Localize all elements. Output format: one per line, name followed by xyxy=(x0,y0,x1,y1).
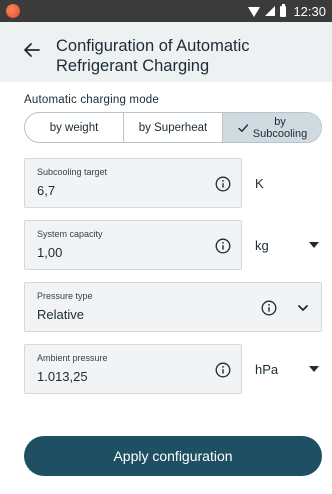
segment-label: by weight xyxy=(49,121,99,134)
check-icon xyxy=(238,123,248,132)
unit-select[interactable]: hPa xyxy=(255,362,278,377)
field-label: Ambient pressure xyxy=(37,353,108,363)
subcooling-target-field[interactable]: Subcooling target 6,7 xyxy=(24,158,242,208)
chevron-down-icon[interactable] xyxy=(297,304,309,312)
segment-by-superheat[interactable]: by Superheat xyxy=(124,113,223,142)
field-label: Subcooling target xyxy=(37,167,108,177)
field-value[interactable]: 6,7 xyxy=(37,183,55,198)
info-icon[interactable] xyxy=(261,300,277,316)
segment-label: by Subcooling xyxy=(253,116,307,140)
segment-by-subcooling[interactable]: by Subcooling xyxy=(223,113,321,142)
status-time: 12:30 xyxy=(293,3,326,19)
app-header: Configuration of Automatic Refrigerant C… xyxy=(0,22,332,82)
status-icons: 12:30 xyxy=(248,3,326,19)
info-icon[interactable] xyxy=(215,238,231,254)
charging-mode-selector: by weight by Superheat by Subcooling xyxy=(24,112,322,143)
segment-by-weight[interactable]: by weight xyxy=(25,113,124,142)
signal-icon xyxy=(265,6,276,16)
status-bar: 12:30 xyxy=(0,0,332,22)
system-capacity-field[interactable]: System capacity 1,00 xyxy=(24,220,242,270)
field-label: Pressure type xyxy=(37,291,93,301)
app-logo-icon xyxy=(6,4,20,18)
unit-select[interactable]: kg xyxy=(255,238,269,253)
dropdown-arrow-icon[interactable] xyxy=(309,242,319,248)
battery-icon xyxy=(280,3,287,17)
info-icon[interactable] xyxy=(215,176,231,192)
field-value: Relative xyxy=(37,307,84,322)
apply-configuration-button[interactable]: Apply configuration xyxy=(24,436,322,476)
arrow-left-icon[interactable] xyxy=(22,40,42,60)
field-label: System capacity xyxy=(37,229,103,239)
dropdown-arrow-icon[interactable] xyxy=(309,366,319,372)
wifi-icon xyxy=(248,7,261,17)
info-icon[interactable] xyxy=(215,362,231,378)
segment-label-line1: by xyxy=(274,115,286,128)
page-title: Configuration of Automatic Refrigerant C… xyxy=(56,37,250,75)
segment-label-line2: Subcooling xyxy=(252,127,308,140)
charging-mode-label: Automatic charging mode xyxy=(24,94,160,106)
field-value[interactable]: 1,00 xyxy=(37,245,62,260)
field-value[interactable]: 1.013,25 xyxy=(37,369,88,384)
pressure-type-field[interactable]: Pressure type Relative xyxy=(24,282,322,332)
ambient-pressure-field[interactable]: Ambient pressure 1.013,25 xyxy=(24,344,242,394)
segment-label: by Superheat xyxy=(138,121,208,134)
unit-label: K xyxy=(255,176,264,191)
